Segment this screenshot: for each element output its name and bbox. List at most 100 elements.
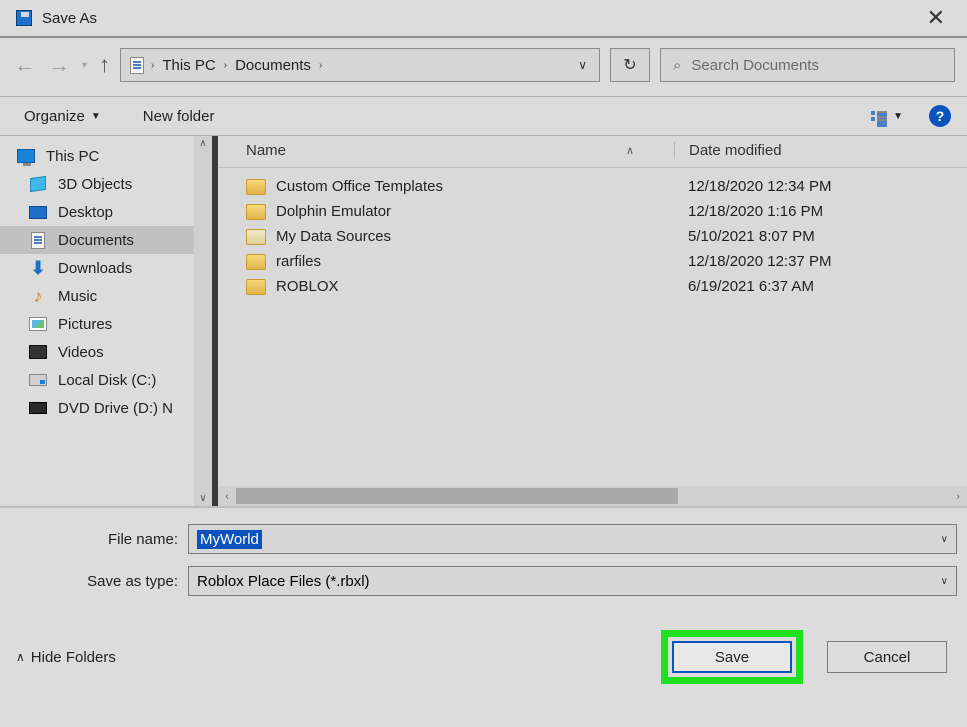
refresh-button[interactable]: ↻ [610,48,650,82]
file-name: ROBLOX [276,278,339,295]
download-icon: ⬇ [28,259,48,277]
scroll-left-icon[interactable]: ‹ [218,491,236,502]
column-headers: Name ∧ Date modified [218,136,967,168]
folder-icon [246,279,266,295]
nav-this-pc[interactable]: This PC [0,142,212,170]
videos-icon [28,343,48,361]
nav-scrollbar[interactable]: ∧ ∨ [194,136,212,506]
back-button[interactable]: ← [14,52,36,78]
organize-button[interactable]: Organize ▼ [16,104,109,129]
save-form: File name: MyWorld ∨ Save as type: Roblo… [0,506,967,614]
chevron-right-icon[interactable]: › [315,60,326,71]
file-row[interactable]: Dolphin Emulator 12/18/2020 1:16 PM [218,199,967,224]
address-dropdown[interactable]: ∨ [572,58,593,72]
file-row[interactable]: rarfiles12/18/2020 12:37 PM [218,249,967,274]
address-bar[interactable]: › This PC › Documents › ∨ [120,48,600,82]
filename-value: MyWorld [197,530,262,549]
document-icon [28,231,48,249]
navigation-pane: This PC 3D Objects Desktop Documents ⬇Do… [0,136,212,506]
file-date: 12/18/2020 12:34 PM [674,178,967,195]
view-icon [871,111,887,121]
help-button[interactable]: ? [929,105,951,127]
column-name-label: Name [246,142,286,159]
pictures-icon [28,315,48,333]
new-folder-button[interactable]: New folder [135,104,223,129]
folder-icon [246,204,266,220]
nav-pictures[interactable]: Pictures [0,310,212,338]
column-date[interactable]: Date modified [674,142,967,159]
titlebar: Save As ✕ [0,0,967,38]
scroll-thumb[interactable] [236,488,678,504]
sort-indicator-icon: ∧ [626,144,634,157]
hide-folders-button[interactable]: ∧ Hide Folders [16,649,116,666]
organize-label: Organize [24,108,85,125]
scroll-track[interactable] [236,488,949,504]
view-options-button[interactable]: ▼ [863,107,911,126]
breadcrumb-documents[interactable]: Documents [231,55,315,76]
nav-documents[interactable]: Documents [0,226,212,254]
search-placeholder: Search Documents [691,57,819,74]
chevron-down-icon[interactable]: ∨ [941,576,948,587]
chevron-right-icon[interactable]: › [220,60,231,71]
save-type-select[interactable]: Roblox Place Files (*.rbxl) ∨ [188,566,957,596]
scroll-up-icon[interactable]: ∧ [199,138,206,149]
chevron-down-icon: ▼ [893,111,903,122]
new-folder-label: New folder [143,108,215,125]
save-button-highlight: Save [661,630,803,684]
folder-icon [246,229,266,245]
scroll-right-icon[interactable]: › [949,491,967,502]
nav-local-disk-c[interactable]: Local Disk (C:) [0,366,212,394]
close-button[interactable]: ✕ [919,3,953,33]
file-name: Dolphin Emulator [276,203,391,220]
scroll-down-icon[interactable]: ∨ [199,493,206,504]
chevron-down-icon[interactable]: ∨ [941,534,948,545]
up-button[interactable]: ↑ [99,52,110,78]
nav-videos[interactable]: Videos [0,338,212,366]
nav-label: DVD Drive (D:) N [58,400,173,417]
file-row[interactable]: ROBLOX 6/19/2021 6:37 AM [218,274,967,299]
nav-desktop[interactable]: Desktop [0,198,212,226]
history-dropdown[interactable]: ▾ [82,60,87,71]
nav-label: This PC [46,148,99,165]
save-button[interactable]: Save [672,641,792,673]
file-name: My Data Sources [276,228,391,245]
folder-icon [246,254,266,270]
file-row[interactable]: My Data Sources5/10/2021 8:07 PM [218,224,967,249]
toolbar: Organize ▼ New folder ▼ ? [0,96,967,136]
forward-button[interactable]: → [48,52,70,78]
search-input[interactable]: ⌕ Search Documents [660,48,955,82]
column-name[interactable]: Name ∧ [218,142,674,159]
search-icon: ⌕ [673,57,681,74]
music-icon: ♪ [28,287,48,305]
dialog-footer: ∧ Hide Folders Save Cancel [0,614,967,684]
file-name: Custom Office Templates [276,178,443,195]
nav-label: Videos [58,344,104,361]
window-title: Save As [42,10,97,27]
nav-music[interactable]: ♪ Music [0,282,212,310]
file-date: 6/19/2021 6:37 AM [674,278,967,295]
disk-icon [28,371,48,389]
address-row: ← → ▾ ↑ › This PC › Documents › ∨ ↻ ⌕ Se… [0,38,967,96]
chevron-right-icon[interactable]: › [147,60,158,71]
file-row[interactable]: Custom Office Templates 12/18/2020 12:34 … [218,174,967,199]
nav-3d-objects[interactable]: 3D Objects [0,170,212,198]
location-icon [127,56,147,74]
computer-icon [16,147,36,165]
nav-label: Pictures [58,316,112,333]
save-label: Save [715,649,749,666]
desktop-icon [28,203,48,221]
file-list: Custom Office Templates 12/18/2020 12:34 … [218,168,967,305]
folder-icon [246,179,266,195]
nav-label: Music [58,288,97,305]
nav-downloads[interactable]: ⬇Downloads [0,254,212,282]
breadcrumb-this-pc[interactable]: This PC [158,55,219,76]
nav-label: Documents [58,232,134,249]
file-date: 12/18/2020 1:16 PM [674,203,967,220]
dvd-icon [28,399,48,417]
filename-input[interactable]: MyWorld ∨ [188,524,957,554]
nav-dvd-drive[interactable]: DVD Drive (D:) N [0,394,212,422]
horizontal-scrollbar[interactable]: ‹ › [218,486,967,506]
chevron-down-icon: ▼ [91,111,101,122]
cancel-button[interactable]: Cancel [827,641,947,673]
file-date: 12/18/2020 12:37 PM [674,253,967,270]
